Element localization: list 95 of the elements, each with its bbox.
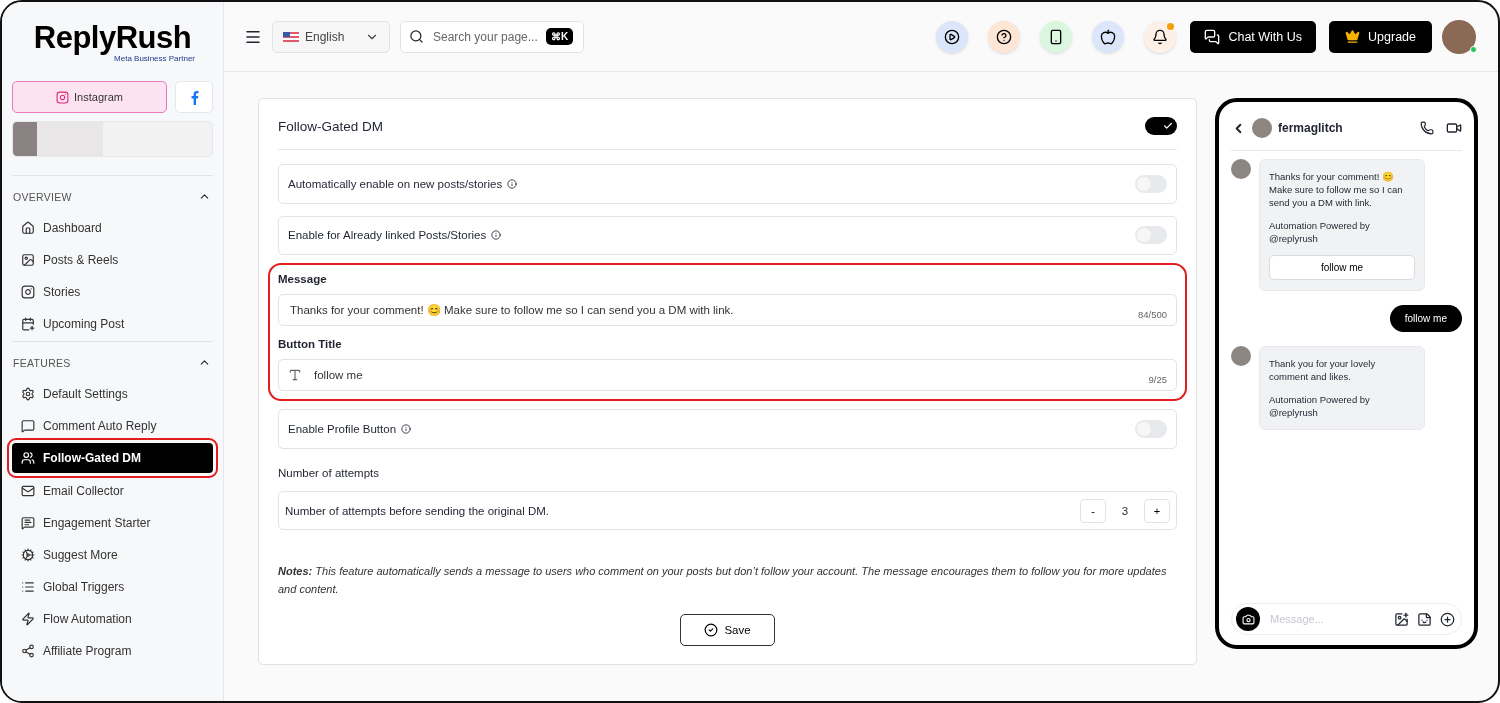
camera-icon[interactable]	[1236, 607, 1260, 631]
video-icon[interactable]	[1446, 120, 1462, 136]
attempts-value: 3	[1120, 504, 1130, 517]
nav-item[interactable]: Suggest More	[12, 540, 213, 570]
search-field[interactable]: Search your page... ⌘K	[400, 20, 584, 53]
round-icon-button[interactable]	[1144, 20, 1177, 53]
toggle-label: Automatically enable on new posts/stories	[288, 177, 518, 190]
upgrade-button[interactable]: Upgrade	[1329, 20, 1432, 53]
info-icon	[507, 178, 518, 189]
crown-icon	[1345, 29, 1361, 44]
toggle-switch[interactable]	[1145, 117, 1177, 135]
nav-item[interactable]: Posts & Reels	[12, 245, 213, 275]
button-title-field[interactable]: follow me 9/25	[278, 359, 1177, 392]
char-count: 9/25	[1148, 374, 1167, 386]
section-title: FEATURES	[13, 356, 71, 369]
message-button[interactable]: follow me	[1269, 255, 1415, 280]
share-icon	[21, 644, 35, 658]
avatar[interactable]	[1442, 19, 1476, 54]
nav-item[interactable]: Email Collector	[12, 476, 213, 506]
avatar	[1252, 118, 1272, 138]
nav-item[interactable]: Dashboard	[12, 213, 213, 243]
message-text: Automation Powered by @replyrush	[1269, 393, 1371, 419]
chat-icon	[21, 516, 35, 530]
plus-icon[interactable]	[1440, 611, 1455, 627]
outgoing-message: follow me	[1389, 305, 1462, 332]
nav-item[interactable]: Comment Auto Reply	[12, 411, 213, 441]
cog-icon	[21, 548, 35, 562]
gear-icon	[21, 387, 35, 401]
round-icon-button[interactable]	[936, 20, 969, 53]
search-icon	[409, 29, 424, 44]
avatar	[1231, 159, 1251, 179]
section-title: OVERVIEW	[13, 190, 72, 203]
play-icon	[944, 28, 961, 45]
card-title: Follow-Gated DM	[278, 118, 384, 134]
nav-item[interactable]: Engagement Starter	[12, 508, 213, 538]
round-icon-button[interactable]	[1040, 20, 1073, 53]
toggle-label: Enable for Already linked Posts/Stories	[288, 229, 502, 242]
username: fermaglitch	[1278, 121, 1344, 135]
sticker-icon[interactable]	[1417, 611, 1432, 627]
nav-item[interactable]: Default Settings	[12, 379, 213, 409]
info-icon	[491, 230, 502, 241]
info-icon	[401, 423, 412, 434]
users-icon	[21, 451, 35, 465]
instagram-icon	[56, 90, 70, 104]
help-icon	[996, 28, 1013, 45]
list-icon	[21, 580, 35, 594]
check-circle-icon	[704, 623, 719, 638]
phone-icon[interactable]	[1420, 121, 1434, 135]
save-button[interactable]: Save	[680, 614, 775, 646]
nav-item[interactable]: Global Triggers	[12, 572, 213, 602]
message-text: Automation Powered by @replyrush	[1269, 219, 1371, 245]
facebook-icon	[189, 89, 199, 105]
nav-item[interactable]: Stories	[12, 277, 213, 307]
mail-icon	[21, 484, 35, 498]
calendar-icon	[21, 317, 35, 331]
chat-bubbles-icon	[1204, 28, 1221, 45]
char-count: 84/500	[1137, 309, 1167, 321]
nav-item[interactable]: Upcoming Post	[12, 309, 213, 339]
increment-button[interactable]: +	[1144, 498, 1170, 523]
chat-button[interactable]: Chat With Us	[1190, 20, 1317, 53]
section-label: Number of attempts	[278, 466, 380, 479]
round-icon-button[interactable]	[988, 20, 1021, 53]
home-icon	[21, 221, 35, 235]
platform-tab[interactable]	[175, 81, 213, 113]
round-icon-button[interactable]	[1092, 20, 1125, 53]
logo-tagline: Meta Business Partner	[114, 54, 195, 63]
bell-icon	[1152, 28, 1169, 45]
notes-text: Notes: This feature automatically sends a message to users who comment on your posts but don’t follow your account. The message encourages them to follow you for more updates and content.	[278, 564, 1168, 598]
image-icon	[21, 253, 35, 267]
nav-item[interactable]: Flow Automation	[12, 604, 213, 634]
apple-icon	[1100, 28, 1117, 45]
flag-icon	[283, 31, 299, 42]
message-field[interactable]: Thanks for your comment! 😊 Make sure to follow me so I can send you a DM with link. 84/500	[278, 294, 1177, 327]
message-text: Thanks for your comment! 😊 Make sure to follow me so I can send you a DM with link.	[1269, 170, 1404, 209]
attempts-label: Number of attempts before sending the original DM.	[285, 504, 549, 517]
field-label: Message	[278, 273, 328, 286]
message-text: Thank you for your lovely comment and likes.	[1269, 357, 1377, 383]
camera-icon	[21, 285, 35, 299]
online-dot	[1470, 45, 1477, 53]
platform-tab[interactable]: Instagram	[12, 81, 167, 113]
toggle-label: Enable Profile Button	[288, 422, 412, 435]
lightning-icon	[21, 612, 35, 626]
comment-icon	[21, 419, 35, 433]
shortcut-badge: ⌘K	[546, 28, 574, 45]
language-select[interactable]: English	[272, 20, 390, 53]
avatar	[1231, 346, 1251, 366]
field-label: Button Title	[278, 338, 343, 351]
notification-dot	[1167, 22, 1175, 30]
image-icon[interactable]	[1394, 611, 1409, 627]
nav-item[interactable]: Affiliate Program	[12, 636, 213, 666]
decrement-button[interactable]: -	[1080, 498, 1106, 523]
logo-text: ReplyRush	[33, 22, 192, 54]
check-icon	[1163, 121, 1173, 131]
search-input[interactable]: Search your page...	[431, 28, 539, 45]
text-icon	[288, 368, 302, 383]
